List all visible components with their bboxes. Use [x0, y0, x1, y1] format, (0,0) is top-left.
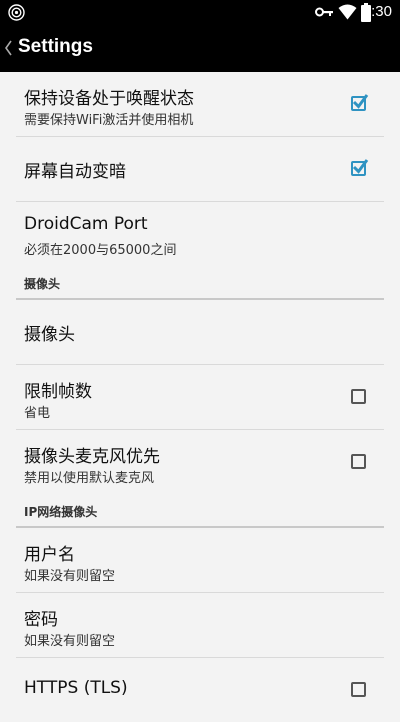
camera-category-header: 摄像头	[16, 266, 384, 300]
preference-title: DroidCam Port	[24, 214, 148, 234]
wifi-icon	[338, 4, 357, 20]
preference-title: 密码	[24, 610, 58, 630]
preference-title: 用户名	[24, 545, 75, 565]
auto-dim-checkbox[interactable]	[351, 159, 369, 176]
password-preference[interactable]: 密码 如果没有则留空	[16, 593, 384, 658]
preference-title: 摄像头	[24, 325, 75, 345]
radio-tower-icon	[8, 4, 25, 21]
ip-camera-category-header: IP网络摄像头	[16, 494, 384, 528]
preference-title: 摄像头麦克风优先	[24, 447, 160, 467]
camera-mic-checkbox[interactable]	[351, 454, 366, 469]
key-icon	[315, 7, 333, 17]
preference-summary: 禁用以使用默认麦克风	[24, 471, 155, 486]
category-title: 摄像头	[24, 277, 61, 291]
preference-title: 屏幕自动变暗	[24, 162, 126, 182]
limit-fps-checkbox[interactable]	[351, 389, 366, 404]
preference-title: 保持设备处于唤醒状态	[24, 89, 194, 109]
port-preference[interactable]: DroidCam Port 必须在2000与65000之间	[16, 202, 384, 266]
keep-awake-checkbox[interactable]	[351, 94, 369, 111]
preference-summary: 如果没有则留空	[24, 569, 116, 584]
action-bar: Settings	[0, 25, 400, 72]
preference-summary: 需要保持WiFi激活并使用相机	[24, 113, 194, 128]
status-bar: 9:30	[0, 0, 400, 25]
checkmark-icon	[352, 94, 369, 109]
limit-fps-preference[interactable]: 限制帧数 省电	[16, 365, 384, 430]
https-checkbox[interactable]	[351, 682, 366, 697]
preference-title: HTTPS (TLS)	[24, 678, 128, 698]
settings-list: 保持设备处于唤醒状态 需要保持WiFi激活并使用相机 屏幕自动变暗 DroidC…	[0, 72, 400, 722]
checkmark-icon	[352, 159, 369, 174]
camera-mic-preference[interactable]: 摄像头麦克风优先 禁用以使用默认麦克风	[16, 430, 384, 494]
username-preference[interactable]: 用户名 如果没有则留空	[16, 528, 384, 593]
chevron-left-icon[interactable]	[3, 36, 13, 60]
status-clock: 9:30	[362, 3, 392, 20]
auto-dim-preference[interactable]: 屏幕自动变暗	[16, 137, 384, 202]
preference-summary: 省电	[24, 406, 51, 421]
preference-summary: 如果没有则留空	[24, 634, 116, 649]
https-preference[interactable]: HTTPS (TLS)	[16, 658, 384, 722]
camera-preference[interactable]: 摄像头	[16, 300, 384, 365]
category-title: IP网络摄像头	[24, 505, 98, 519]
preference-title: 限制帧数	[24, 382, 92, 402]
page-title: Settings	[18, 36, 93, 57]
preference-summary: 必须在2000与65000之间	[24, 243, 177, 258]
keep-awake-preference[interactable]: 保持设备处于唤醒状态 需要保持WiFi激活并使用相机	[16, 72, 384, 137]
